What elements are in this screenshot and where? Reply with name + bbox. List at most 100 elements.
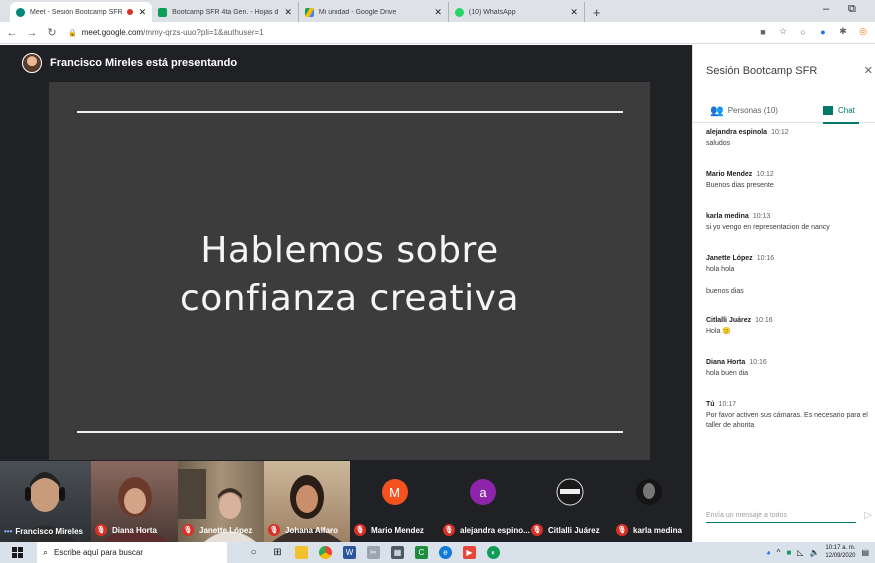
forward-icon[interactable]: →	[24, 27, 40, 39]
camera-icon[interactable]: ■	[757, 27, 769, 37]
message-time: 10:12	[756, 171, 774, 178]
cortana-icon[interactable]: ○	[247, 546, 260, 559]
participant-tile[interactable]: a 🎙 alejandra espino...	[439, 461, 530, 542]
back-icon[interactable]: ←	[4, 27, 20, 39]
task-view-icon[interactable]: ⊞	[271, 546, 284, 559]
participant-name-text: alejandra espino...	[460, 525, 530, 535]
chat-icon	[823, 105, 833, 115]
url-path: /mmy-qrzs-uuo?pli=1&authuser=1	[143, 28, 264, 37]
volume-icon[interactable]: 🔈	[809, 548, 819, 557]
edge-icon[interactable]: e	[439, 546, 452, 559]
puzzle-icon[interactable]: ✱	[837, 26, 849, 37]
new-tab-button[interactable]: +	[593, 2, 601, 22]
tab-sheets[interactable]: Bootcamp SFR 4ta Gen. - Hojas d ✕	[152, 2, 299, 22]
participant-name: 🎙 Mario Mendez	[354, 524, 424, 536]
participant-tile[interactable]: 🎙 Janette López	[178, 461, 264, 542]
meet-favicon-icon	[16, 7, 25, 17]
word-icon[interactable]: W	[343, 546, 356, 559]
participant-name-text: Johana Alfaro	[285, 525, 339, 535]
drive-favicon-icon	[304, 7, 314, 17]
participant-tile[interactable]: 🎙 Diana Horta	[91, 461, 178, 542]
app-icon[interactable]: ▶	[463, 546, 476, 559]
star-icon[interactable]: ☆	[777, 26, 789, 37]
taskbar-clock[interactable]: 10:17 a. m. 12/09/2020	[825, 544, 855, 560]
participant-name: 🎙 alejandra espino...	[443, 524, 530, 536]
presenter-avatar	[22, 53, 42, 73]
chat-message: Tú 10:17 Por favor activen sus cámaras. E…	[706, 401, 874, 431]
participant-tile[interactable]: 🎙 karla medina	[612, 461, 692, 542]
close-sidebar-icon[interactable]: ✕	[864, 64, 873, 77]
extension-circle-icon[interactable]: ○	[797, 27, 809, 37]
participant-name-text: karla medina	[633, 525, 682, 535]
tray-app-icon[interactable]: ◕	[766, 548, 771, 557]
participant-tile[interactable]: 🎙 Johana Alfaro	[264, 461, 350, 542]
close-tab-icon[interactable]: ✕	[434, 7, 442, 18]
participant-name: 🎙 Johana Alfaro	[268, 524, 338, 536]
restore-icon[interactable]: ⧉	[848, 3, 856, 16]
participant-tile[interactable]: 🎙 Citlalli Juárez	[527, 461, 612, 542]
slide-bottom-rule	[77, 431, 623, 433]
active-tab-indicator	[823, 122, 859, 124]
mic-off-icon: 🎙	[443, 524, 455, 536]
tab-label: Meet - Sesión Bootcamp SFR	[30, 8, 123, 16]
message-time: 10:17	[718, 401, 737, 408]
file-explorer-icon[interactable]	[295, 546, 308, 559]
address-bar: ← → ↻ 🔒 meet.google.com /mmy-qrzs-uuo?pl…	[0, 22, 875, 44]
avatar: a	[470, 479, 496, 505]
chat-message: Diana Horta 10:16 hola buen dia	[706, 359, 874, 379]
slide-title-line1: Hablemos sobre	[200, 230, 499, 271]
chrome-icon[interactable]	[319, 546, 332, 559]
app-icon[interactable]: ◐	[487, 546, 500, 559]
extension-blue-icon[interactable]: ●	[817, 27, 829, 37]
tab-people[interactable]: 👥 Personas (10)	[710, 97, 778, 123]
close-tab-icon[interactable]: ✕	[284, 7, 292, 18]
tab-chat[interactable]: Chat	[823, 97, 859, 124]
minimize-icon[interactable]: –	[823, 3, 829, 15]
taskbar-search-input[interactable]: ⌕ Escribe aquí para buscar	[37, 542, 227, 563]
message-text: hola hola	[706, 266, 735, 273]
mic-off-icon: 🎙	[268, 524, 280, 536]
tab-chat-label: Chat	[838, 105, 855, 115]
tab-whatsapp[interactable]: (10) WhatsApp ✕	[449, 2, 585, 22]
url-host: meet.google.com	[81, 28, 144, 37]
chat-message-input[interactable]: Envía un mensaje a todos	[706, 512, 856, 523]
classroom-icon[interactable]: C	[415, 546, 428, 559]
message-text: si yo vengo en representacion de nancy	[706, 224, 830, 231]
tab-drive[interactable]: Mi unidad - Google Drive ✕	[299, 2, 449, 22]
sidebar-tabs: 👥 Personas (10) Chat	[693, 97, 875, 124]
reload-icon[interactable]: ↻	[44, 26, 60, 39]
message-text: hola buen dia	[706, 370, 749, 377]
notifications-icon[interactable]: ▤	[861, 548, 869, 557]
slide-title-line2: confianza creativa	[179, 278, 520, 319]
presenter-bar: Francisco Mireles está presentando	[0, 45, 692, 81]
network-icon[interactable]: ◺	[797, 548, 803, 557]
message-author: Janette López	[706, 255, 753, 262]
message-author: Tú	[706, 401, 715, 408]
avatar-letter: a	[479, 484, 487, 500]
close-tab-icon[interactable]: ✕	[570, 7, 578, 18]
tray-app-icon[interactable]: ■	[786, 548, 791, 557]
snipping-icon[interactable]: ✂	[367, 546, 380, 559]
profile-icon[interactable]: ◎	[857, 26, 869, 37]
extension-icons: ■ ☆ ○ ● ✱ ◎	[757, 26, 869, 37]
message-header: Diana Horta 10:16	[706, 359, 874, 366]
message-author: karla medina	[706, 213, 749, 220]
tab-label: (10) WhatsApp	[468, 8, 516, 16]
search-icon: ⌕	[43, 547, 49, 557]
chat-message: alejandra espinola 10:12 saludos	[706, 129, 874, 149]
slide-title: Hablemos sobre confianza creativa	[49, 227, 650, 323]
close-tab-icon[interactable]: ✕	[139, 7, 147, 18]
chat-message: Mario Mendez 10:12 Buenos dias presente	[706, 171, 874, 191]
url-field[interactable]: 🔒 meet.google.com /mmy-qrzs-uuo?pli=1&au…	[68, 28, 264, 37]
windows-start-icon[interactable]	[12, 547, 23, 558]
participant-tile[interactable]: M 🎙 Mario Mendez	[350, 461, 439, 542]
chat-message: Janette López 10:16 hola hola buenos dias	[706, 255, 874, 297]
search-placeholder: Escribe aquí para buscar	[54, 548, 143, 557]
chevron-up-icon[interactable]: ^	[777, 548, 781, 557]
recording-icon	[126, 9, 133, 15]
calculator-icon[interactable]: ▦	[391, 546, 404, 559]
tab-meet[interactable]: Meet - Sesión Bootcamp SFR ✕	[10, 2, 153, 22]
send-icon[interactable]: ▷	[864, 510, 872, 521]
participant-tile[interactable]: ••• Francisco Mireles	[0, 461, 91, 542]
message-time: 10:16	[756, 255, 775, 262]
